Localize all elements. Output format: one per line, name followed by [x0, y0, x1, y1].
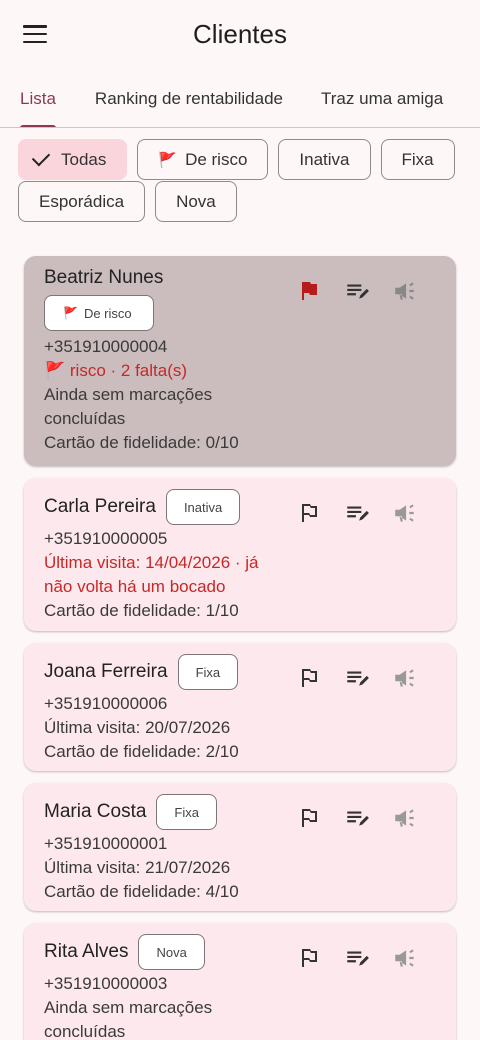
chip-label: Todas: [61, 149, 107, 169]
card-actions: [296, 665, 418, 691]
client-last-visit: Última visita: 21/07/2026: [44, 858, 231, 877]
edit-notes-icon[interactable]: [344, 665, 370, 691]
chip-label: De risco: [185, 149, 248, 169]
campaign-icon[interactable]: [392, 278, 418, 304]
flag-filled-icon[interactable]: [296, 278, 322, 304]
chip-label: Esporádica: [39, 191, 125, 211]
filter-chip-inativa[interactable]: Inativa: [278, 139, 371, 180]
client-name: Maria Costa: [44, 801, 147, 822]
card-actions: [296, 805, 418, 831]
card-actions: [296, 278, 418, 304]
client-card[interactable]: Rita Alves Nova +351910000003 Ainda sem …: [24, 923, 456, 1040]
client-phone: +351910000006: [44, 694, 168, 713]
card-actions: [296, 945, 418, 971]
filter-chip-fixa[interactable]: Fixa: [380, 139, 455, 180]
flag-outline-icon[interactable]: [296, 805, 322, 831]
client-last-visit: Última visita: 14/04/2026 · já não volta…: [44, 553, 259, 596]
client-card[interactable]: Carla Pereira Inativa +351910000005 Últi…: [24, 478, 456, 631]
client-phone: +351910000001: [44, 834, 168, 853]
flag-outline-icon[interactable]: [296, 665, 322, 691]
client-last-visit: Ainda sem marcações concluídas: [44, 998, 213, 1040]
campaign-icon[interactable]: [392, 945, 418, 971]
filter-chip-todas[interactable]: Todas: [18, 139, 128, 180]
campaign-icon[interactable]: [392, 500, 418, 526]
client-name: Carla Pereira: [44, 496, 156, 517]
tab-bar: Lista Ranking de rentabilidade Traz uma …: [0, 68, 480, 128]
tab-traz-amiga[interactable]: Traz uma amiga: [302, 89, 462, 127]
client-list: Beatriz Nunes 🚩 De risco +351910000004 🚩…: [24, 256, 456, 1040]
client-name: Joana Ferreira: [44, 661, 168, 682]
campaign-icon[interactable]: [392, 805, 418, 831]
client-last-visit: Ainda sem marcações concluídas: [44, 385, 213, 428]
client-card[interactable]: Joana Ferreira Fixa +351910000006 Última…: [24, 643, 456, 771]
client-loyalty: Cartão de fidelidade: 2/10: [44, 742, 239, 761]
filter-chip-de-risco[interactable]: 🚩 De risco: [137, 139, 269, 180]
client-phone: +351910000004: [44, 337, 168, 356]
client-loyalty: Cartão de fidelidade: 4/10: [44, 882, 239, 901]
client-loyalty: Cartão de fidelidade: 0/10: [44, 433, 239, 452]
client-phone: +351910000003: [44, 974, 168, 993]
status-badge: Inativa: [165, 489, 241, 525]
menu-icon[interactable]: [22, 22, 48, 46]
flag-outline-icon[interactable]: [296, 945, 322, 971]
edit-notes-icon[interactable]: [344, 805, 370, 831]
edit-notes-icon[interactable]: [344, 500, 370, 526]
client-card[interactable]: Beatriz Nunes 🚩 De risco +351910000004 🚩…: [24, 256, 456, 466]
chip-label: Fixa: [401, 149, 434, 169]
card-actions: [296, 500, 418, 526]
chip-label: Nova: [176, 191, 216, 211]
edit-notes-icon[interactable]: [344, 278, 370, 304]
chip-label: Inativa: [299, 149, 350, 169]
client-last-visit: Última visita: 20/07/2026: [44, 718, 231, 737]
client-loyalty: Cartão de fidelidade: 1/10: [44, 601, 239, 620]
red-flag-icon: 🚩: [63, 306, 78, 320]
filter-chip-nova[interactable]: Nova: [155, 181, 237, 222]
filter-chips: Todas 🚩 De risco Inativa Fixa Esporádica…: [0, 128, 480, 223]
campaign-icon[interactable]: [392, 665, 418, 691]
filter-chip-esporadica[interactable]: Esporádica: [18, 181, 146, 222]
app-bar: Clientes: [0, 0, 480, 68]
check-icon: [31, 147, 51, 166]
client-name: Rita Alves: [44, 941, 129, 962]
flag-outline-icon[interactable]: [296, 500, 322, 526]
tab-ranking[interactable]: Ranking de rentabilidade: [76, 89, 302, 127]
edit-notes-icon[interactable]: [344, 945, 370, 971]
client-card[interactable]: Maria Costa Fixa +351910000001 Última vi…: [24, 783, 456, 911]
status-badge: 🚩 De risco: [44, 295, 154, 331]
red-flag-icon: 🚩: [158, 151, 178, 169]
status-badge: Fixa: [177, 654, 239, 690]
client-risk: 🚩 risco · 2 falta(s): [44, 361, 188, 380]
tab-lista[interactable]: Lista: [0, 89, 76, 127]
status-badge-label: De risco: [83, 305, 132, 321]
status-badge: Nova: [138, 934, 205, 970]
page-title: Clientes: [193, 18, 287, 49]
status-badge: Fixa: [156, 794, 217, 830]
client-phone: +351910000005: [44, 529, 168, 548]
